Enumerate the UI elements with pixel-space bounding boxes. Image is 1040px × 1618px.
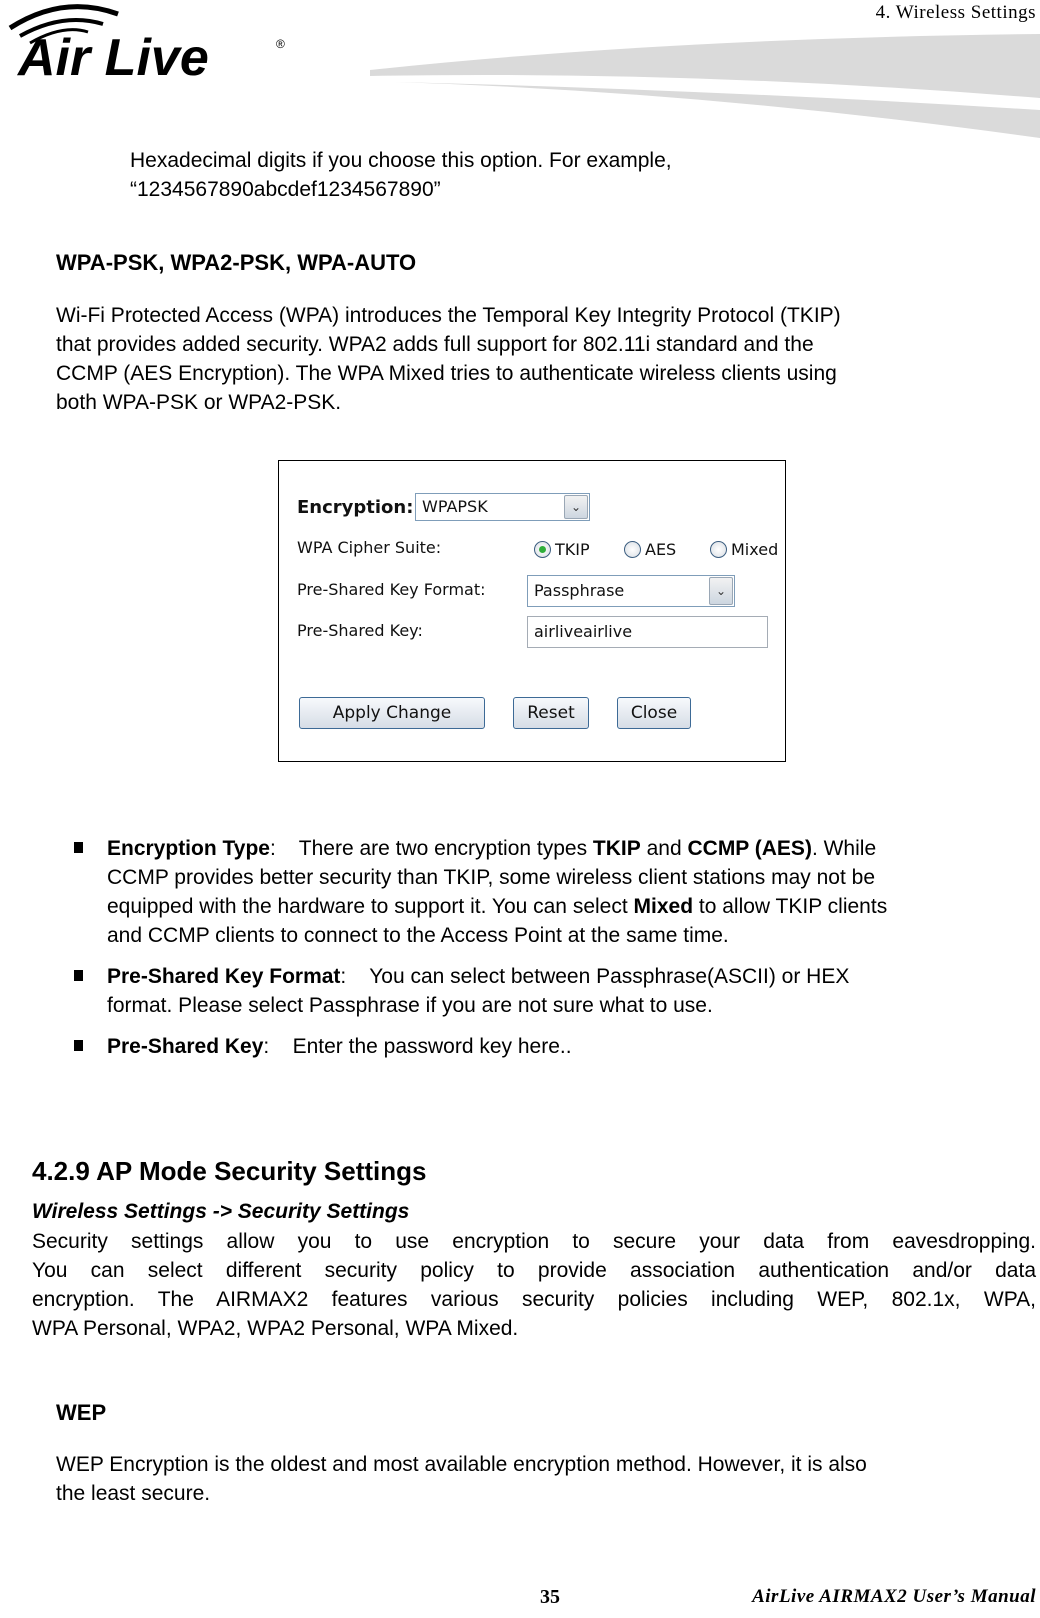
bullet-square-icon [74,970,83,981]
bullet-pre-shared-key: Pre-Shared Key: Enter the password key h… [107,1035,572,1058]
cipher-label-mixed: Mixed [731,540,779,559]
wpa-line: both WPA-PSK or WPA2-PSK. [56,391,342,414]
pre-shared-key-label: Pre-Shared Key: [297,621,423,640]
header-swoosh-decoration [370,34,1040,138]
encryption-label: Encryption: [297,497,414,518]
wpa-heading: WPA-PSK, WPA2-PSK, WPA-AUTO [56,250,417,275]
reset-button[interactable]: Reset [513,697,589,729]
cipher-radio-aes[interactable] [624,541,641,558]
wpa-line: that provides added security. WPA2 adds … [56,333,814,356]
bullet-term: Pre-Shared Key Format [107,965,341,988]
cipher-label-aes: AES [645,540,677,559]
logo-text: Air Live [16,29,209,87]
airlive-logo: Air Live ® [8,4,285,87]
ap-paragraph: Security settings allow you to use encry… [32,1230,1036,1340]
wpa-line: Wi-Fi Protected Access (WPA) introduces … [56,304,841,327]
wpa-paragraph: Wi-Fi Protected Access (WPA) introduces … [56,301,841,417]
chapter-title: 4. Wireless Settings [875,2,1036,23]
apply-change-button[interactable]: Apply Change [299,697,485,729]
chevron-down-icon[interactable]: ⌄ [564,495,588,519]
key-format-label: Pre-Shared Key Format: [297,580,486,599]
close-button[interactable]: Close [617,697,691,729]
bullet-term: Pre-Shared Key [107,1035,264,1058]
bullet-square-icon [74,842,83,853]
bullet-key-format: Pre-Shared Key Format: You can select be… [107,965,850,1017]
key-format-select[interactable]: Passphrase ⌄ [527,575,735,607]
breadcrumb: Wireless Settings -> Security Settings [32,1200,410,1223]
intro-line-2: “1234567890abcdef1234567890” [130,178,441,201]
wpa-line: CCMP (AES Encryption). The WPA Mixed tri… [56,362,837,385]
intro-line-1: Hexadecimal digits if you choose this op… [130,149,672,172]
bullet-term: Encryption Type [107,837,270,860]
key-format-value: Passphrase [534,581,625,600]
svg-text:®: ® [276,37,285,51]
cipher-radio-mixed[interactable] [710,541,727,558]
wep-paragraph: WEP Encryption is the oldest and most av… [56,1453,867,1505]
cipher-suite-label: WPA Cipher Suite: [297,538,442,557]
pre-shared-key-input[interactable]: airliveairlive [527,616,768,648]
page-number: 35 [540,1586,560,1608]
encryption-select[interactable]: WPAPSK ⌄ [415,493,590,521]
chevron-down-icon[interactable]: ⌄ [709,577,733,605]
ap-section-heading: 4.2.9 AP Mode Security Settings [32,1156,427,1186]
manual-title: AirLive AIRMAX2 User’s Manual [752,1586,1036,1607]
bullet-square-icon [74,1040,83,1051]
wep-heading: WEP [56,1400,107,1425]
bullet-encryption-type: Encryption Type: There are two encryptio… [107,837,888,947]
encryption-value: WPAPSK [422,497,488,516]
cipher-label-tkip: TKIP [555,540,590,559]
cipher-radio-tkip[interactable] [534,541,551,558]
wpa-settings-screenshot: Encryption: WPAPSK ⌄ WPA Cipher Suite: T… [278,460,786,762]
